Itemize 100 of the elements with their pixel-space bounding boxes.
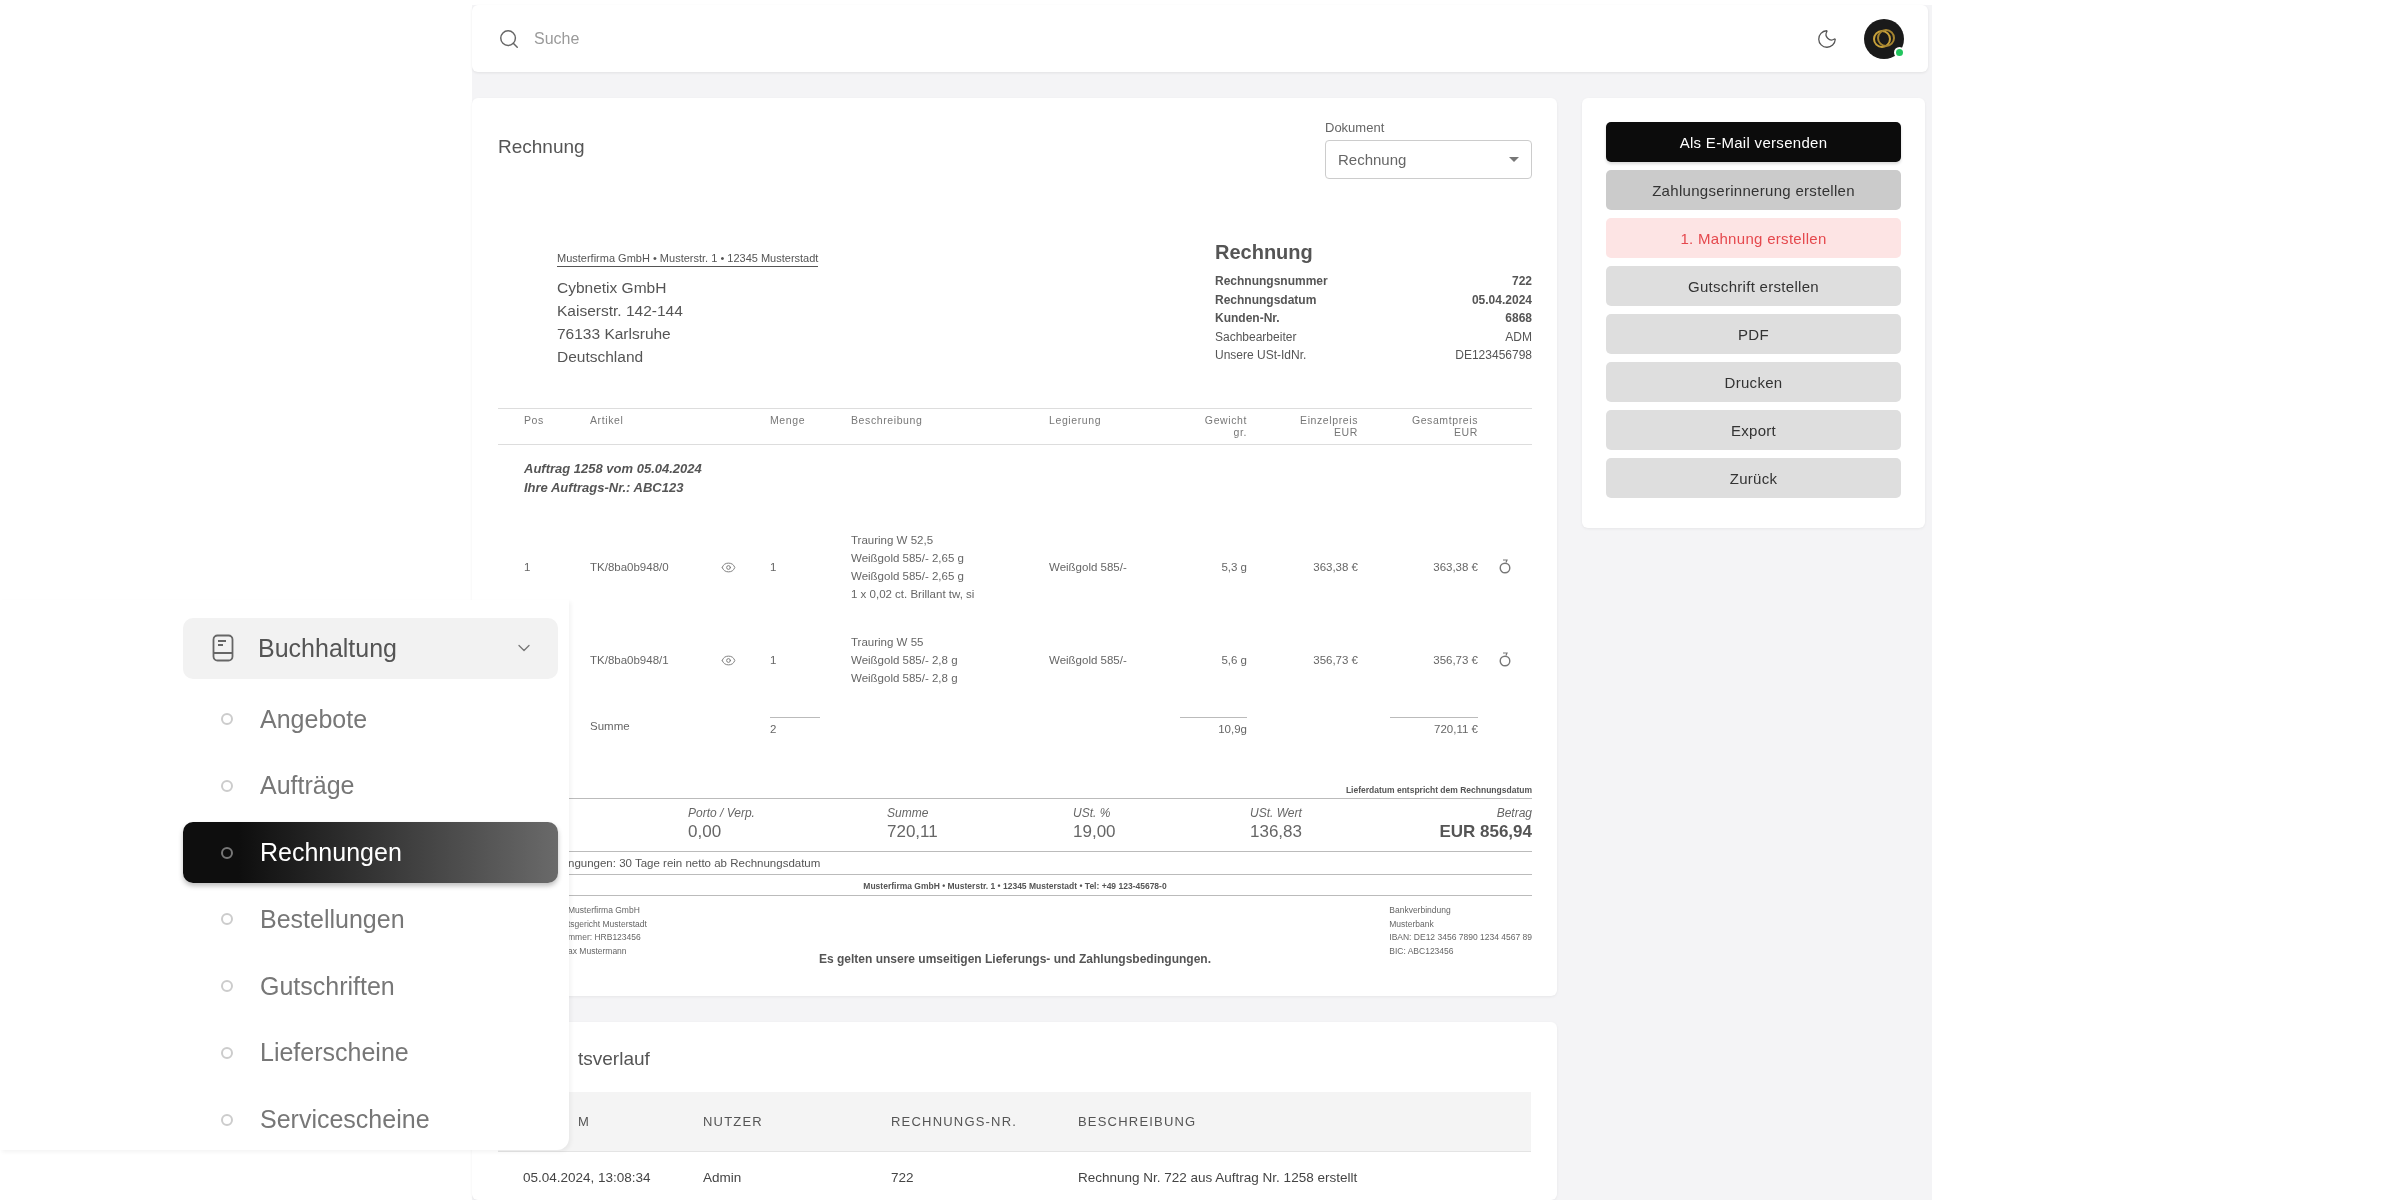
- bullet-icon: [221, 846, 233, 859]
- table-cell: 2: [770, 717, 820, 735]
- table-cell-text: 356,73 €: [1432, 653, 1478, 668]
- table-cell-text: Summe: [590, 719, 631, 734]
- total-value: 720,11: [887, 822, 938, 842]
- table-cell-text: TK/8ba0b948/1: [590, 653, 670, 668]
- bullet-icon: [221, 980, 233, 993]
- table-cell-text: Rechnung Nr. 722 aus Auftrag Nr. 1258 erstellt: [1078, 1170, 1359, 1185]
- bullet-icon: [221, 913, 233, 926]
- total-label: Betrag: [1496, 806, 1532, 820]
- table-cell-text: 1: [770, 560, 778, 575]
- recipient-address-line: Kaiserstr. 142-144: [557, 301, 684, 321]
- card-title: Rechnung: [498, 136, 585, 158]
- total-label: USt. Wert: [1250, 806, 1302, 820]
- menu-group[interactable]: Buchhaltung: [183, 618, 558, 679]
- column-header: Gewicht gr.: [1203, 414, 1247, 438]
- order-info: Auftrag 1258 vom 05.04.2024: [524, 460, 703, 478]
- description-line: Weißgold 585/- 2,8 g: [851, 653, 959, 668]
- sender-line: Musterfirma GmbH • Musterstr. 1 • 12345 Musterstadt: [557, 252, 819, 267]
- menu-item[interactable]: Gutschriften: [183, 955, 558, 1017]
- action-button[interactable]: Export: [1606, 410, 1901, 450]
- recipient-address-line: 76133 Karlsruhe: [557, 324, 672, 344]
- meta-label: Rechnungsdatum: [1215, 291, 1317, 309]
- meta-value: 722: [1511, 273, 1532, 290]
- footer-text: BIC: ABC123456: [1389, 944, 1455, 958]
- table-cell-text: 5,6 g: [1220, 653, 1247, 668]
- description-line: Trauring W 52,5: [851, 533, 935, 548]
- footer-text: IBAN: DE12 3456 7890 1234 4567 89: [1389, 931, 1532, 944]
- card-title: tsverlauf: [578, 1048, 651, 1070]
- meta-label: Rechnungsnummer: [1215, 273, 1328, 290]
- ledger-icon: [212, 634, 234, 663]
- column-header: M: [577, 1114, 592, 1129]
- footer-text: Musterfirma GmbH: [568, 904, 641, 917]
- column-header: NUTZER: [703, 1114, 764, 1129]
- bullet-icon: [221, 1046, 233, 1059]
- menu-item[interactable]: Lieferscheine: [183, 1022, 558, 1084]
- payment-terms: ngungen: 30 Tage rein netto ab Rechnungsdatum: [568, 857, 821, 869]
- menu-item[interactable]: Servicescheine: [183, 1089, 558, 1150]
- table-cell: 720,11 €: [1390, 717, 1478, 735]
- action-button[interactable]: Zurück: [1606, 458, 1901, 498]
- dark-mode-icon[interactable]: [1816, 27, 1838, 50]
- ring-icon: [1499, 651, 1511, 667]
- footer-text: Musterbank: [1389, 917, 1435, 931]
- table-cell-text: 363,38 €: [1432, 560, 1478, 575]
- total-label: USt. %: [1073, 806, 1111, 820]
- column-header: Pos: [524, 414, 545, 426]
- terms-note: Es gelten unsere umseitigen Lieferungs- und Zahlungsbedingungen.: [817, 952, 1212, 966]
- bullet-icon: [221, 713, 233, 726]
- avatar[interactable]: [1864, 18, 1904, 59]
- action-button[interactable]: Drucken: [1606, 362, 1901, 402]
- total-label: Summe: [887, 806, 929, 820]
- table-cell-text: 1: [524, 560, 532, 575]
- total-value: 0,00: [688, 822, 722, 842]
- menu-item[interactable]: Rechnungen: [183, 822, 558, 883]
- description-line: Weißgold 585/- 2,65 g: [851, 551, 965, 566]
- order-info: Ihre Auftrags-Nr.: ABC123: [524, 479, 685, 497]
- action-button[interactable]: Zahlungserinnerung erstellen: [1606, 170, 1901, 210]
- recipient-address-line: Deutschland: [557, 347, 645, 367]
- field-label: Dokument: [1325, 120, 1386, 135]
- menu-item[interactable]: Angebote: [183, 688, 558, 750]
- column-header: Einzelpreis EUR: [1299, 414, 1358, 438]
- table-cell-text: 356,73 €: [1312, 653, 1358, 668]
- column-header: BESCHREIBUNG: [1078, 1114, 1198, 1129]
- total-value: EUR 856,94: [1439, 822, 1532, 842]
- document-select[interactable]: Rechnung: [1325, 140, 1532, 179]
- table-cell-text: 5,3 g: [1220, 560, 1247, 575]
- description-line: Trauring W 55: [851, 635, 925, 650]
- meta-value: 6868: [1505, 310, 1532, 327]
- table-cell-text: 05.04.2024, 13:08:34: [523, 1170, 652, 1185]
- action-button[interactable]: Gutschrift erstellen: [1606, 266, 1901, 306]
- bullet-icon: [221, 779, 233, 792]
- column-header: RECHNUNGS-NR.: [891, 1114, 1019, 1129]
- column-header: Legierung: [1049, 414, 1103, 426]
- column-header: Gesamtpreis EUR: [1410, 414, 1478, 438]
- meta-label: Sachbearbeiter: [1215, 328, 1297, 346]
- column-header: Beschreibung: [851, 414, 924, 426]
- column-header: Artikel: [590, 414, 625, 426]
- footer-text: mmer: HRB123456: [568, 931, 642, 944]
- table-cell-text: TK/8ba0b948/0: [590, 560, 670, 575]
- table-cell-text: 722: [891, 1170, 915, 1185]
- total-value: 19,00: [1073, 822, 1116, 842]
- ring-icon: [1499, 558, 1511, 574]
- description-line: 1 x 0,02 ct. Brillant tw, si: [851, 587, 976, 602]
- footer-text: tsgericht Musterstadt: [568, 917, 647, 931]
- caret-icon: [1509, 156, 1519, 163]
- bullet-icon: [221, 1113, 233, 1126]
- action-button[interactable]: PDF: [1606, 314, 1901, 354]
- footer-text: ax Mustermann: [568, 944, 628, 958]
- meta-label: Unsere USt-IdNr.: [1215, 347, 1307, 364]
- column-header: Menge: [770, 414, 807, 426]
- view-icon[interactable]: [721, 559, 736, 575]
- recipient-address-line: Cybnetix GmbH: [557, 278, 668, 298]
- table-cell-text: Admin: [703, 1170, 743, 1185]
- table-cell-text: Weißgold 585/-: [1049, 653, 1128, 668]
- description-line: Weißgold 585/- 2,65 g: [851, 569, 965, 584]
- meta-value: ADM: [1505, 328, 1532, 346]
- meta-value: 05.04.2024: [1471, 291, 1532, 309]
- view-icon[interactable]: [721, 652, 736, 668]
- action-button[interactable]: Als E-Mail versenden: [1606, 122, 1901, 162]
- table-cell-text: 363,38 €: [1312, 560, 1358, 575]
